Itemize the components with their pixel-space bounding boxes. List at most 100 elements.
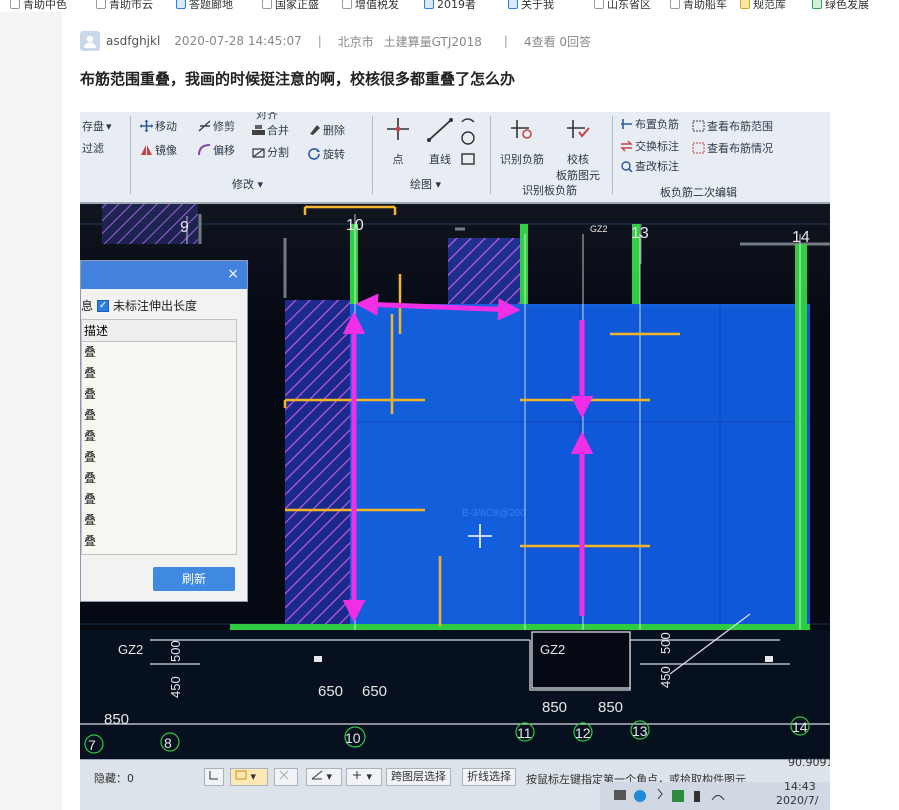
list-item[interactable]: 叠	[82, 510, 236, 531]
ribbon-swap-label[interactable]: 交换标注	[620, 138, 679, 154]
page-icon	[594, 0, 604, 9]
bluetooth-icon	[657, 788, 663, 800]
list-item[interactable]: 叠	[82, 531, 236, 552]
list-item[interactable]: 叠	[82, 489, 236, 510]
status-tool-5[interactable]: ▾	[346, 768, 382, 786]
ribbon-filter[interactable]: 过滤	[82, 140, 104, 156]
polyline-select-button[interactable]: 折线选择	[462, 768, 516, 786]
bookmark-item[interactable]: 青助中色	[10, 0, 67, 12]
ribbon-offset[interactable]: 偏移	[198, 142, 235, 158]
status-tool-2[interactable]: ▾	[230, 768, 268, 786]
dim-500-left: 500	[168, 640, 183, 662]
ribbon-identify-rebar[interactable]: 识别负筋	[492, 116, 552, 167]
slab-label: B-3/6C8@200	[462, 508, 526, 519]
layer-select-button[interactable]: 跨图层选择	[386, 768, 451, 786]
refresh-button[interactable]: 刷新	[153, 567, 235, 591]
bookmark-item[interactable]: 增值税发	[342, 0, 399, 12]
ribbon-merge[interactable]: 合并	[252, 122, 289, 138]
ribbon-edit-label[interactable]: 查改标注	[620, 158, 679, 174]
swap-icon	[620, 140, 633, 152]
bookmark-item[interactable]: 青助市云	[96, 0, 153, 12]
edge-icon	[508, 0, 518, 9]
axis-top-10: 10	[346, 217, 364, 234]
dialog-result-list[interactable]: 描述 叠叠叠叠叠叠叠叠叠叠	[81, 319, 237, 555]
ribbon-group-identify[interactable]: 识别板负筋	[522, 182, 577, 198]
ribbon-group-modify[interactable]: 修改 ▾	[232, 176, 263, 192]
user-avatar-icon	[84, 35, 96, 48]
ribbon-align[interactable]: 对齐	[256, 112, 278, 122]
bookmark-item[interactable]: 2019者	[424, 0, 476, 12]
unlabeled-length-checkbox[interactable]: ✓	[97, 299, 110, 312]
ribbon-split-label: 分割	[267, 146, 289, 159]
ribbon-view-status-label: 查看布筋情况	[707, 142, 773, 155]
bookmark-item[interactable]: 国家正盛	[262, 0, 319, 12]
rotate-icon	[308, 148, 320, 160]
axis-top-13: 13	[631, 225, 649, 242]
dim-850-right: 850	[598, 699, 623, 716]
cad-canvas[interactable]: B-3/6C8@200 9 10 13 14 GZ2 GZ2 GZ2 850 6…	[80, 204, 830, 759]
username[interactable]: asdfghjkl	[106, 34, 160, 48]
tag-software[interactable]: 土建算量GTJ2018	[384, 35, 482, 49]
list-item[interactable]: 叠	[82, 447, 236, 468]
ribbon-mirror[interactable]: 镜像	[140, 142, 177, 158]
list-item[interactable]: 叠	[82, 384, 236, 405]
tag-location[interactable]: 北京市	[338, 35, 374, 49]
ribbon-mirror-label: 镜像	[155, 144, 177, 157]
view-status-icon	[692, 142, 705, 154]
ribbon-move-label: 移动	[155, 120, 177, 133]
line-icon	[427, 118, 453, 142]
dim-650-b: 650	[362, 683, 387, 700]
ribbon-group-edit[interactable]: 板负筋二次编辑	[660, 184, 737, 200]
list-item[interactable]: 叠	[82, 405, 236, 426]
draw-tools-icon[interactable]	[458, 116, 478, 176]
status-tool-4[interactable]: ▾	[306, 768, 342, 786]
bookmark-label: 青助市云	[109, 0, 153, 11]
edge-icon	[424, 0, 434, 9]
list-item[interactable]: 叠	[82, 342, 236, 363]
list-item[interactable]: 叠	[82, 426, 236, 447]
axis-bottom-14: 14	[792, 719, 808, 735]
ribbon-split[interactable]: 分割	[252, 144, 289, 160]
bookmark-label: 国家正盛	[275, 0, 319, 11]
list-item[interactable]: 叠	[82, 468, 236, 489]
avatar[interactable]	[80, 31, 100, 51]
dim-450-left: 450	[168, 676, 183, 698]
ribbon-view-range[interactable]: 查看布筋范围	[692, 118, 773, 134]
ribbon-group-draw[interactable]: 绘图 ▾	[410, 176, 441, 192]
wifi-icon	[711, 795, 725, 801]
ribbon-align-label: 对齐	[256, 112, 278, 121]
plus-icon	[353, 771, 361, 779]
list-item[interactable]: 叠	[82, 363, 236, 384]
ribbon-check[interactable]: 校核 板筋图元	[548, 116, 608, 183]
close-icon[interactable]: ×	[227, 266, 239, 282]
question-photo[interactable]: 存盘 ▾ 过滤 移动 修剪 对齐 镜像 偏移 合并 删除 分割 旋转 修改 ▾ …	[80, 112, 830, 810]
dim-850-mid: 850	[542, 699, 567, 716]
dialog-titlebar[interactable]: ×	[81, 261, 247, 289]
ribbon-save[interactable]: 存盘 ▾	[82, 118, 112, 134]
ribbon-place-rebar[interactable]: 布置负筋	[620, 116, 679, 132]
folder-icon	[614, 790, 626, 800]
leaf-icon	[812, 0, 822, 9]
tray-icons[interactable]	[614, 786, 734, 806]
bookmark-item[interactable]: 青助船车	[670, 0, 727, 12]
bookmark-label: 绿色发展	[825, 0, 869, 11]
point-icon	[387, 118, 409, 140]
ribbon-view-range-label: 查看布筋范围	[707, 120, 773, 133]
status-tool-1[interactable]	[204, 768, 224, 786]
bookmark-item[interactable]: 绿色发展	[812, 0, 869, 12]
place-rebar-icon	[621, 119, 632, 129]
ribbon-divider	[130, 116, 131, 194]
bookmark-item[interactable]: 答题廊地	[176, 0, 233, 12]
bookmark-item[interactable]: 规范库	[740, 0, 786, 12]
bookmark-item[interactable]: 山东省区	[594, 0, 651, 12]
ribbon-rotate[interactable]: 旋转	[308, 146, 345, 162]
bookmark-label: 山东省区	[607, 0, 651, 11]
ribbon-view-status[interactable]: 查看布筋情况	[692, 140, 773, 156]
status-tool-3[interactable]	[274, 768, 298, 786]
dialog-filter-row: 息 ✓ 未标注伸出长度	[81, 297, 197, 314]
ribbon-move[interactable]: 移动	[140, 118, 177, 134]
ribbon-delete[interactable]: 删除	[308, 122, 345, 138]
ribbon-trim[interactable]: 修剪	[198, 118, 235, 134]
bookmark-item[interactable]: 关于我	[508, 0, 554, 12]
dialog-column-header[interactable]: 描述	[82, 320, 236, 342]
